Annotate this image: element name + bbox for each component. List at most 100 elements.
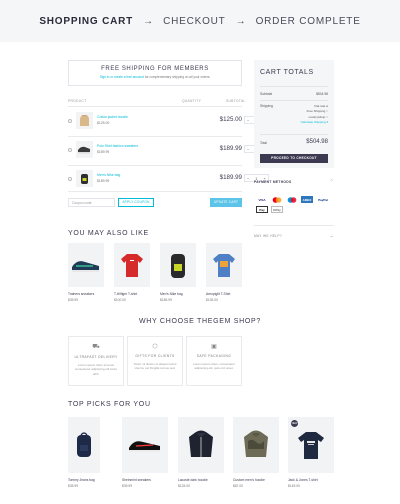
- feature-name: ULTRAFAST DELIVERY: [74, 355, 118, 359]
- feature-desc: Lorem ipsum dolor sit amet consectetur a…: [74, 363, 118, 376]
- product-card[interactable]: Lacoste dark hoodie $125.00: [178, 417, 224, 488]
- proceed-to-checkout-button[interactable]: PROCEED TO CHECKOUT: [260, 154, 328, 163]
- divider: [68, 136, 242, 137]
- product-image[interactable]: NEW: [288, 417, 334, 473]
- product-card[interactable]: Men's Nike bag $185.99: [160, 243, 196, 302]
- payment-methods-toggle[interactable]: PAYMENT METHODS ⌃: [254, 179, 334, 185]
- product-name[interactable]: Custom men's hoodie: [233, 478, 279, 482]
- item-subtotal: $189.99: [219, 145, 242, 152]
- minus-icon[interactable]: −: [247, 147, 249, 152]
- feature-card: ⬡ GIFTS FOR CLIENTS Tortor mi dictum ut …: [127, 336, 183, 386]
- shipping-notice-title: FREE SHIPPING FOR MEMBERS: [101, 66, 209, 72]
- divider: [68, 165, 242, 166]
- product-thumbnail[interactable]: [76, 170, 93, 187]
- product-image[interactable]: [233, 417, 279, 473]
- product-image[interactable]: [122, 417, 168, 473]
- item-price: $189.99: [97, 150, 110, 154]
- product-thumbnail[interactable]: [76, 141, 93, 158]
- product-price: $35.99: [68, 484, 79, 488]
- feature-name: SAFE PACKAGING: [196, 354, 232, 358]
- product-image[interactable]: [68, 417, 100, 473]
- cart-totals-panel: CART TOTALS Subtotal $504.98 Shipping Fl…: [254, 60, 334, 168]
- product-name[interactable]: Lacoste dark hoodie: [178, 478, 224, 482]
- subtotal-value: $504.98: [316, 92, 328, 96]
- product-image[interactable]: [68, 243, 104, 287]
- product-card[interactable]: T-Hilfiger T-shirt $100.00: [114, 243, 150, 302]
- product-image[interactable]: [178, 417, 224, 473]
- apple-pay-icon: Pay: [256, 206, 268, 213]
- product-image[interactable]: [160, 243, 196, 287]
- shipping-notice-text: Sign in or create a free account for com…: [69, 75, 241, 79]
- product-price: $100.00: [114, 298, 126, 302]
- header-quantity: QUANTITY: [182, 99, 202, 103]
- product-card[interactable]: Custom men's hoodie $87.00: [233, 417, 279, 488]
- minus-icon[interactable]: −: [247, 118, 249, 123]
- product-price: $125.00: [178, 484, 190, 488]
- cart-item: Polo Shirt fashion sweaters $189.99 − 1 …: [68, 139, 269, 165]
- step-shopping-cart: SHOPPING CART: [39, 15, 134, 27]
- product-image[interactable]: [114, 243, 150, 287]
- item-name[interactable]: Cotton jacket hoodie: [97, 115, 128, 119]
- feature-desc: Lorem ipsum dolor, consectetur adipiscin…: [193, 362, 235, 371]
- product-price: $39.99: [68, 298, 79, 302]
- package-icon: ▣: [211, 344, 217, 350]
- apply-coupon-button[interactable]: APPLY COUPON: [118, 198, 154, 207]
- truck-icon: ⛟: [92, 344, 100, 350]
- divider: [254, 225, 334, 226]
- product-card[interactable]: Trainers sneakers $39.99: [68, 243, 104, 302]
- product-name[interactable]: T-Hilfiger T-shirt: [114, 292, 150, 296]
- maestro-icon: [286, 196, 298, 203]
- cart-item: Cotton jacket hoodie $125.00 − 1 + $125.…: [68, 110, 269, 136]
- calculate-shipping-link[interactable]: Calculate Shipping ▾: [301, 120, 328, 125]
- product-name[interactable]: Trainers sneakers: [68, 292, 104, 296]
- top-picks-title: TOP PICKS FOR YOU: [68, 401, 151, 408]
- visa-icon: VISA: [258, 197, 266, 202]
- chevron-down-icon: ⌄: [329, 233, 334, 239]
- product-name[interactable]: Aeropiglit T-Shirt: [206, 292, 242, 296]
- amex-icon: AMEX: [301, 196, 313, 203]
- product-name[interactable]: Tommy Jeans bag: [68, 478, 100, 482]
- product-card[interactable]: Tommy Jeans bag $35.99: [68, 417, 100, 488]
- product-card[interactable]: Sheinmint sneakers $39.99: [122, 417, 168, 488]
- item-price: $189.99: [97, 179, 110, 183]
- product-card[interactable]: NEW Jack & Jones T-shirt $149.00: [288, 417, 334, 488]
- arrow-right-icon: →: [235, 15, 246, 27]
- divider: [260, 86, 328, 87]
- product-thumbnail[interactable]: [76, 112, 93, 129]
- feature-desc: Tortor mi dictum ut aliquet luctus viver…: [133, 362, 177, 371]
- checkout-steps: SHOPPING CART → CHECKOUT → ORDER COMPLET…: [0, 0, 400, 42]
- product-image[interactable]: [206, 243, 242, 287]
- item-name[interactable]: Polo Shirt fashion sweaters: [97, 144, 138, 148]
- why-choose-title: WHY CHOOSE THEGEM SHOP?: [138, 318, 262, 325]
- minus-icon[interactable]: −: [247, 176, 249, 181]
- feature-card: ▣ SAFE PACKAGING Lorem ipsum dolor, cons…: [186, 336, 242, 386]
- update-cart-button[interactable]: UPDATE CART: [210, 198, 242, 207]
- mastercard-icon: [271, 196, 283, 203]
- remove-item-button[interactable]: [68, 119, 72, 123]
- coupon-code-input[interactable]: Coupon code: [68, 198, 115, 207]
- shipping-label: Shipping: [260, 104, 273, 108]
- subtotal-label: Subtotal: [260, 92, 273, 96]
- total-label: Total: [260, 141, 267, 145]
- product-price: $39.99: [122, 484, 133, 488]
- product-price: $149.00: [288, 484, 300, 488]
- product-name[interactable]: Men's Nike bag: [160, 292, 196, 296]
- payment-icons: VISA AMEX PayPal Pay GPay: [256, 196, 332, 213]
- help-label: MAY WE HELP?: [254, 234, 283, 238]
- total-value: $504.98: [306, 139, 328, 145]
- help-toggle[interactable]: MAY WE HELP? ⌄: [254, 233, 334, 239]
- header-product: PRODUCT: [68, 99, 87, 103]
- sign-in-link[interactable]: Sign in or create a free account: [100, 75, 144, 79]
- item-subtotal: $125.00: [219, 116, 242, 123]
- item-subtotal: $189.99: [219, 174, 242, 181]
- remove-item-button[interactable]: [68, 177, 72, 181]
- product-name[interactable]: Jack & Jones T-shirt: [288, 478, 334, 482]
- step-checkout[interactable]: CHECKOUT: [163, 16, 226, 27]
- product-card[interactable]: Aeropiglit T-Shirt $135.00: [206, 243, 242, 302]
- product-name[interactable]: Sheinmint sneakers: [122, 478, 168, 482]
- item-name[interactable]: Men's Nike bag: [97, 173, 120, 177]
- chevron-up-icon: ⌃: [329, 179, 334, 185]
- header-subtotal: SUBTOTAL: [226, 99, 246, 103]
- remove-item-button[interactable]: [68, 148, 72, 152]
- google-pay-icon: GPay: [271, 206, 283, 213]
